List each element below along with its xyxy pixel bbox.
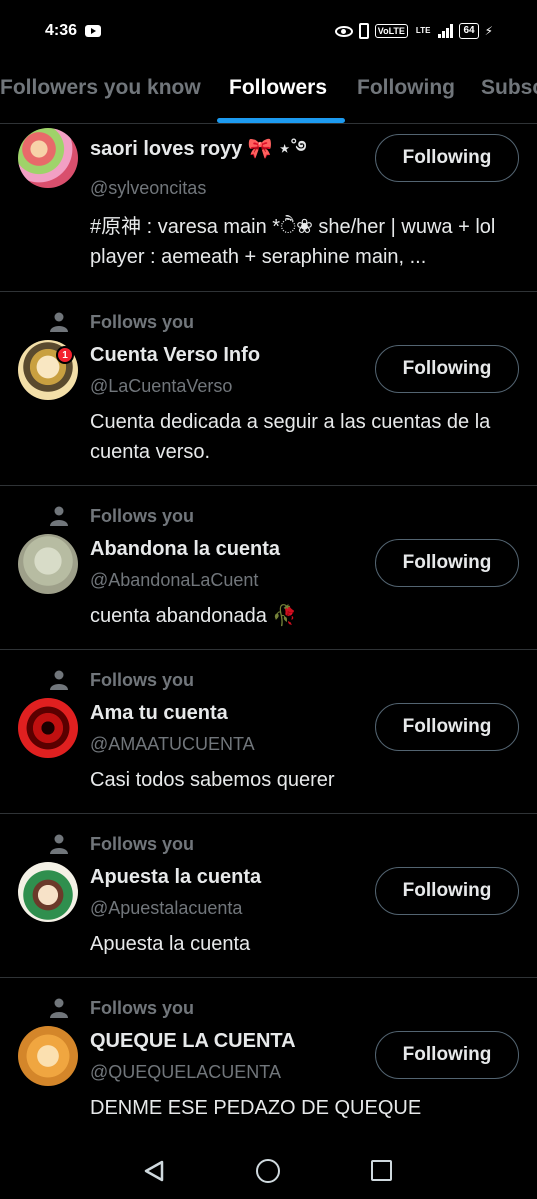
person-icon [50, 506, 68, 526]
user-handle: @Apuestalacuenta [90, 898, 243, 918]
list-item[interactable]: Follows you 1 Cuenta Verso Info @LaCuent… [0, 292, 537, 486]
user-bio: Cuenta dedicada a seguir a las cuentas d… [90, 411, 491, 463]
following-button[interactable]: Following [375, 134, 519, 182]
active-tab-indicator [217, 118, 345, 123]
home-icon[interactable] [256, 1159, 280, 1183]
status-time: 4:36 [45, 22, 78, 39]
youtube-icon [85, 25, 102, 37]
user-name[interactable]: saori loves royy 🎀 ⋆˚࿔ [90, 126, 306, 182]
user-bio: #原神 : varesa main *ੈ❀ she/her | wuwa + l… [90, 216, 496, 268]
avatar[interactable] [18, 128, 78, 188]
user-name[interactable]: Ama tu cuenta [90, 702, 228, 725]
user-handle: @sylveoncitas [90, 178, 207, 198]
avatar[interactable] [18, 698, 78, 758]
tab-subscriptions[interactable]: Subsc [481, 76, 537, 100]
person-icon [50, 312, 68, 332]
list-item[interactable]: Follows you Apuesta la cuenta @Apuestala… [0, 814, 537, 978]
user-bio: Casi todos sabemos querer [90, 769, 335, 791]
user-name[interactable]: QUEQUE LA CUENTA [90, 1030, 296, 1053]
recents-icon[interactable] [371, 1160, 392, 1181]
user-handle: @AMAATUCUENTA [90, 734, 255, 754]
person-icon [50, 670, 68, 690]
followers-list: saori loves royy 🎀 ⋆˚࿔ @sylveoncitas #原神… [0, 124, 537, 1142]
avatar[interactable] [18, 862, 78, 922]
person-icon [50, 834, 68, 854]
status-bar: 4:36 VoLTE LTE 64 ⚡ [0, 0, 537, 62]
avatar[interactable] [18, 1026, 78, 1086]
following-button[interactable]: Following [375, 539, 519, 587]
user-handle: @QUEQUELACUENTA [90, 1062, 281, 1082]
user-name[interactable]: Cuenta Verso Info [90, 344, 260, 367]
follows-you-label: Follows you [90, 506, 195, 526]
charging-icon: ⚡ [484, 24, 493, 38]
following-button[interactable]: Following [375, 867, 519, 915]
following-button[interactable]: Following [375, 703, 519, 751]
follows-you-label: Follows you [90, 998, 195, 1018]
following-button[interactable]: Following [375, 345, 519, 393]
back-icon[interactable] [142, 1159, 166, 1183]
battery-level: 64 [459, 23, 479, 39]
tab-followers-you-know[interactable]: Followers you know [0, 76, 201, 100]
follows-you-label: Follows you [90, 670, 195, 690]
user-bio: DENME ESE PEDAZO DE QUEQUE [90, 1097, 422, 1119]
tab-following[interactable]: Following [357, 76, 455, 100]
list-item[interactable]: saori loves royy 🎀 ⋆˚࿔ @sylveoncitas #原神… [0, 124, 537, 292]
person-icon [50, 998, 68, 1018]
tab-followers[interactable]: Followers [229, 76, 327, 100]
signal-icon [438, 24, 454, 38]
eye-icon [334, 25, 353, 37]
user-handle: @AbandonaLaCuent [90, 570, 259, 590]
user-bio: cuenta abandonada 🥀 [90, 605, 298, 627]
volte-label: VoLTE [374, 24, 408, 38]
follows-you-label: Follows you [90, 312, 195, 332]
notification-badge: 1 [56, 346, 74, 364]
user-name[interactable]: Apuesta la cuenta [90, 866, 261, 889]
following-button[interactable]: Following [375, 1031, 519, 1079]
system-nav-bar [0, 1142, 537, 1199]
follows-you-label: Follows you [90, 834, 195, 854]
user-handle: @LaCuentaVerso [90, 376, 233, 396]
list-item[interactable]: Follows you Ama tu cuenta @AMAATUCUENTA … [0, 650, 537, 814]
lte-label: LTE [415, 26, 431, 35]
vibrate-icon [358, 23, 369, 39]
avatar[interactable] [18, 534, 78, 594]
user-bio: Apuesta la cuenta [90, 933, 251, 955]
list-item[interactable]: Follows you QUEQUE LA CUENTA @QUEQUELACU… [0, 978, 537, 1142]
profile-tabs: Followers you know Followers Following S… [0, 62, 537, 124]
user-name[interactable]: Abandona la cuenta [90, 538, 280, 561]
list-item[interactable]: Follows you Abandona la cuenta @Abandona… [0, 486, 537, 650]
